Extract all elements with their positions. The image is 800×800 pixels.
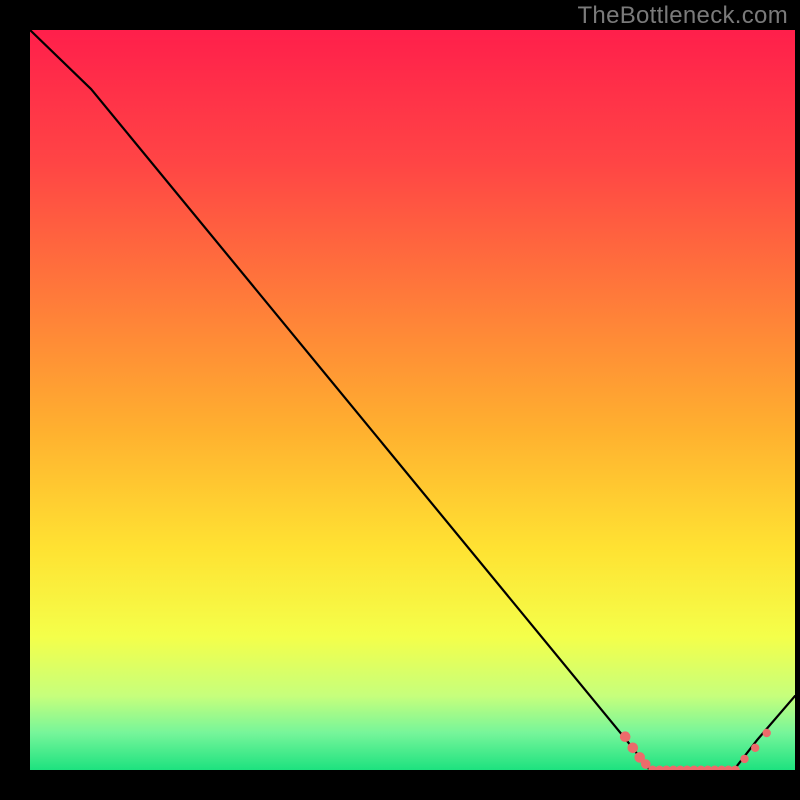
- highlight-dot: [763, 729, 771, 737]
- watermark-text: TheBottleneck.com: [577, 2, 788, 30]
- plot-background: [30, 30, 795, 770]
- highlight-dot: [620, 731, 631, 742]
- chart-stage: TheBottleneck.com: [0, 0, 800, 800]
- highlight-dot: [740, 755, 748, 763]
- highlight-dot: [731, 766, 740, 775]
- highlight-dot: [751, 744, 759, 752]
- highlight-dot: [628, 743, 639, 754]
- bottleneck-chart: [0, 0, 800, 800]
